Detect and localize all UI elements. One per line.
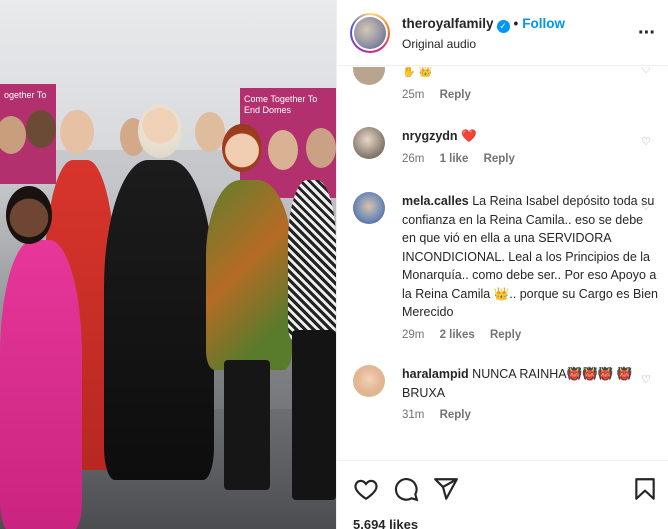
header-username[interactable]: theroyalfamily — [402, 16, 494, 31]
comment-time: 25m — [402, 88, 425, 101]
reply-button[interactable]: Reply — [440, 89, 471, 101]
person-head — [306, 128, 336, 168]
person-head — [60, 110, 94, 154]
comment-avatar[interactable] — [353, 67, 385, 85]
header-username-row: theroyalfamily ✓ • Follow — [402, 16, 565, 33]
action-bar: 5.694 likes — [337, 460, 668, 529]
comment-text: La Reina Isabel depósito toda su confian… — [402, 194, 658, 319]
comment-meta: 31m Reply — [402, 406, 660, 425]
comment-likes[interactable]: 1 like — [440, 153, 469, 165]
comments-list[interactable]: ✋ 👑 25m Reply ♡ nrygzydn ❤️ 26m 1 like R… — [337, 67, 668, 460]
reply-button[interactable]: Reply — [440, 409, 471, 421]
person-black-dress — [104, 160, 214, 480]
comment-avatar[interactable] — [353, 192, 385, 224]
comment-emoji-row: ✋ 👑 — [402, 67, 433, 78]
reply-button[interactable]: Reply — [490, 329, 521, 341]
person-head — [222, 124, 262, 172]
comment-time: 31m — [402, 409, 425, 421]
person-houndstooth — [288, 180, 336, 340]
heart-icon[interactable]: ♡ — [641, 200, 651, 213]
person-head-camilla — [138, 104, 182, 158]
bookmark-icon[interactable] — [632, 476, 658, 502]
comment-meta: 29m 2 likes Reply — [402, 326, 660, 345]
person-head — [268, 130, 298, 170]
post-header: theroyalfamily ✓ • Follow Original audio ··… — [337, 0, 668, 66]
likes-count[interactable]: 5.694 likes — [353, 517, 418, 529]
comment-icon[interactable] — [393, 476, 419, 502]
comment-text: ❤️ — [461, 129, 477, 143]
verified-icon: ✓ — [496, 20, 510, 33]
comment-meta: 25m Reply — [402, 86, 660, 105]
heart-icon[interactable]: ♡ — [641, 135, 651, 148]
follow-button[interactable]: Follow — [522, 16, 565, 31]
share-icon[interactable] — [433, 476, 459, 502]
post-side-panel: theroyalfamily ✓ • Follow Original audio ··… — [336, 0, 668, 529]
audio-label[interactable]: Original audio — [402, 37, 476, 51]
heart-icon[interactable] — [353, 476, 379, 502]
comment-username[interactable]: nrygzydn — [402, 129, 458, 143]
heart-icon[interactable]: ♡ — [641, 373, 651, 386]
comment-time: 29m — [402, 328, 425, 341]
person-head — [6, 186, 52, 244]
comment-avatar[interactable] — [353, 127, 385, 159]
avatar[interactable] — [350, 13, 390, 53]
comment-username[interactable]: haralampid — [402, 367, 469, 381]
heart-icon[interactable]: ♡ — [641, 67, 651, 76]
more-icon[interactable]: ··· — [638, 22, 656, 45]
separator-dot: • — [513, 16, 519, 31]
reply-button[interactable]: Reply — [484, 153, 515, 165]
person-head — [195, 112, 225, 152]
comment-avatar[interactable] — [353, 365, 385, 397]
person-green-jacket — [206, 180, 292, 370]
comment-meta: 26m 1 like Reply — [402, 150, 660, 169]
person-legs — [224, 360, 270, 490]
post-photo[interactable]: ogether To Come Together To End Domes — [0, 0, 336, 529]
person-head — [26, 110, 56, 148]
person-pink-suit — [0, 240, 82, 529]
comment-time: 26m — [402, 152, 425, 165]
comment-likes[interactable]: 2 likes — [440, 329, 475, 341]
person-legs — [292, 330, 336, 500]
comment-username[interactable]: mela.calles — [402, 194, 469, 208]
